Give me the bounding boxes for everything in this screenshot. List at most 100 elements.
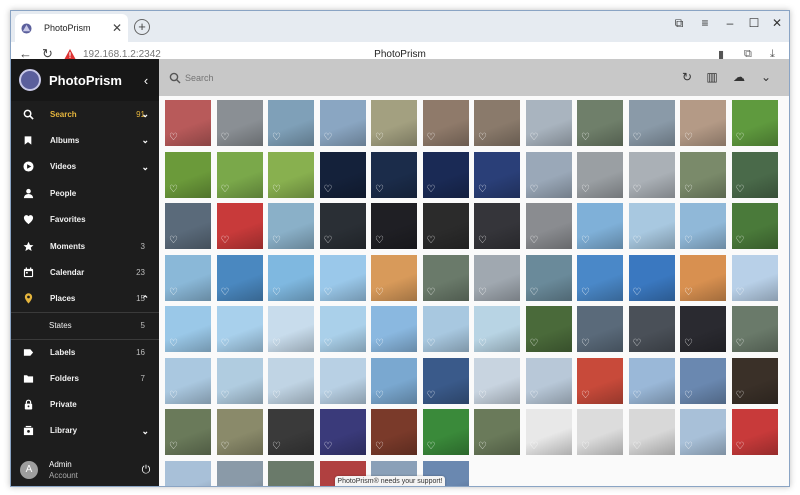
sidebar-item-private[interactable]: Private <box>11 391 159 417</box>
favorite-heart-icon[interactable]: ♡ <box>478 338 487 349</box>
photo-thumbnail[interactable]: ♡ <box>577 100 623 146</box>
expand-filters-icon[interactable]: ⌄ <box>759 70 773 84</box>
photo-thumbnail[interactable]: ♡ <box>422 203 469 249</box>
photo-thumbnail[interactable]: ♡ <box>680 306 726 352</box>
search-input[interactable] <box>185 72 485 83</box>
photo-thumbnail[interactable]: ♡ <box>268 460 314 486</box>
favorite-heart-icon[interactable]: ♡ <box>272 338 281 349</box>
photo-thumbnail[interactable]: ♡ <box>525 203 572 249</box>
photo-thumbnail[interactable]: ♡ <box>165 306 211 352</box>
favorite-heart-icon[interactable]: ♡ <box>427 287 436 298</box>
photo-thumbnail[interactable]: ♡ <box>319 254 366 301</box>
photo-thumbnail[interactable]: ♡ <box>319 100 366 146</box>
favorite-heart-icon[interactable]: ♡ <box>221 287 230 298</box>
favorite-heart-icon[interactable]: ♡ <box>324 287 333 298</box>
photo-thumbnail[interactable]: ♡ <box>216 409 263 455</box>
photo-thumbnail[interactable]: ♡ <box>628 151 675 198</box>
favorite-heart-icon[interactable]: ♡ <box>478 184 487 195</box>
photo-thumbnail[interactable]: ♡ <box>628 409 675 455</box>
photo-thumbnail[interactable]: ♡ <box>525 306 572 352</box>
favorite-heart-icon[interactable]: ♡ <box>169 132 178 143</box>
photo-thumbnail[interactable]: ♡ <box>577 254 623 301</box>
favorite-heart-icon[interactable]: ♡ <box>633 390 642 401</box>
sidebar-item-people[interactable]: People <box>11 180 159 206</box>
photo-thumbnail[interactable]: ♡ <box>371 151 417 198</box>
photo-thumbnail[interactable]: ♡ <box>525 254 572 301</box>
sidebar-item-albums[interactable]: Albums ⌄ <box>11 127 159 153</box>
favorite-heart-icon[interactable]: ♡ <box>375 390 384 401</box>
photo-thumbnail[interactable]: ♡ <box>680 100 726 146</box>
favorite-heart-icon[interactable]: ♡ <box>581 184 590 195</box>
favorite-heart-icon[interactable]: ♡ <box>375 235 384 246</box>
photo-thumbnail[interactable]: ♡ <box>268 100 314 146</box>
favorite-heart-icon[interactable]: ♡ <box>324 338 333 349</box>
favorite-heart-icon[interactable]: ♡ <box>530 287 539 298</box>
favorite-heart-icon[interactable]: ♡ <box>530 390 539 401</box>
sidebar-item-states[interactable]: States 5 <box>11 312 159 338</box>
favorite-heart-icon[interactable]: ♡ <box>221 184 230 195</box>
photo-thumbnail[interactable]: ♡ <box>731 151 778 198</box>
photo-thumbnail[interactable]: ♡ <box>268 357 314 404</box>
favorite-heart-icon[interactable]: ♡ <box>427 132 436 143</box>
photo-thumbnail[interactable]: ♡ <box>680 203 726 249</box>
favorite-heart-icon[interactable]: ♡ <box>684 287 693 298</box>
photo-thumbnail[interactable]: ♡ <box>731 203 778 249</box>
favorite-heart-icon[interactable]: ♡ <box>272 132 281 143</box>
photo-thumbnail[interactable]: ♡ <box>680 151 726 198</box>
favorite-heart-icon[interactable]: ♡ <box>581 132 590 143</box>
photo-thumbnail[interactable]: ♡ <box>216 306 263 352</box>
favorite-heart-icon[interactable]: ♡ <box>478 235 487 246</box>
photo-thumbnail[interactable]: ♡ <box>577 151 623 198</box>
photo-thumbnail[interactable]: ♡ <box>319 151 366 198</box>
favorite-heart-icon[interactable]: ♡ <box>375 184 384 195</box>
support-notice[interactable]: PhotoPrism® needs your support! <box>335 476 445 486</box>
photo-thumbnail[interactable]: ♡ <box>474 409 520 455</box>
favorite-heart-icon[interactable]: ♡ <box>736 235 745 246</box>
photo-thumbnail[interactable]: ♡ <box>165 357 211 404</box>
sidebar-item-search[interactable]: Search 91 ⌄ <box>11 101 159 127</box>
favorite-heart-icon[interactable]: ♡ <box>272 287 281 298</box>
photo-thumbnail[interactable]: ♡ <box>216 254 263 301</box>
sidebar-item-favorites[interactable]: Favorites <box>11 207 159 233</box>
favorite-heart-icon[interactable]: ♡ <box>736 287 745 298</box>
photo-thumbnail[interactable]: ♡ <box>628 306 675 352</box>
photo-thumbnail[interactable]: ♡ <box>268 409 314 455</box>
favorite-heart-icon[interactable]: ♡ <box>478 390 487 401</box>
photo-thumbnail[interactable]: ♡ <box>371 409 417 455</box>
favorite-heart-icon[interactable]: ♡ <box>684 132 693 143</box>
sidebar-item-videos[interactable]: Videos ⌄ <box>11 154 159 180</box>
photo-thumbnail[interactable]: ♡ <box>319 409 366 455</box>
menu-icon[interactable]: ≡ <box>695 16 715 30</box>
photo-thumbnail[interactable]: ♡ <box>577 409 623 455</box>
favorite-heart-icon[interactable]: ♡ <box>169 441 178 452</box>
photo-thumbnail[interactable]: ♡ <box>165 100 211 146</box>
favorite-heart-icon[interactable]: ♡ <box>427 235 436 246</box>
photo-thumbnail[interactable]: ♡ <box>474 203 520 249</box>
favorite-heart-icon[interactable]: ♡ <box>272 441 281 452</box>
chevron-down-icon[interactable]: ⌄ <box>141 109 149 120</box>
photo-thumbnail[interactable]: ♡ <box>628 100 675 146</box>
favorite-heart-icon[interactable]: ♡ <box>169 235 178 246</box>
favorite-heart-icon[interactable]: ♡ <box>427 338 436 349</box>
photo-thumbnail[interactable]: ♡ <box>268 254 314 301</box>
minimize-icon[interactable]: – <box>720 16 740 30</box>
photo-thumbnail[interactable]: ♡ <box>216 151 263 198</box>
photo-thumbnail[interactable]: ♡ <box>577 203 623 249</box>
sidebar-item-moments[interactable]: Moments 3 <box>11 233 159 259</box>
photo-thumbnail[interactable]: ♡ <box>474 151 520 198</box>
view-mode-icon[interactable]: ▥ <box>705 70 719 84</box>
favorite-heart-icon[interactable]: ♡ <box>684 184 693 195</box>
photo-thumbnail[interactable]: ♡ <box>319 203 366 249</box>
photo-thumbnail[interactable]: ♡ <box>731 409 778 455</box>
favorite-heart-icon[interactable]: ♡ <box>633 338 642 349</box>
favorite-heart-icon[interactable]: ♡ <box>221 441 230 452</box>
sidebar-item-library[interactable]: Library ⌄ <box>11 418 159 444</box>
chevron-down-icon[interactable]: ⌄ <box>141 162 149 173</box>
photo-thumbnail[interactable]: ♡ <box>371 254 417 301</box>
photo-thumbnail[interactable]: ♡ <box>268 203 314 249</box>
favorite-heart-icon[interactable]: ♡ <box>478 441 487 452</box>
favorite-heart-icon[interactable]: ♡ <box>478 287 487 298</box>
favorite-heart-icon[interactable]: ♡ <box>169 184 178 195</box>
sidebar-item-calendar[interactable]: Calendar 23 <box>11 259 159 285</box>
favorite-heart-icon[interactable]: ♡ <box>375 338 384 349</box>
